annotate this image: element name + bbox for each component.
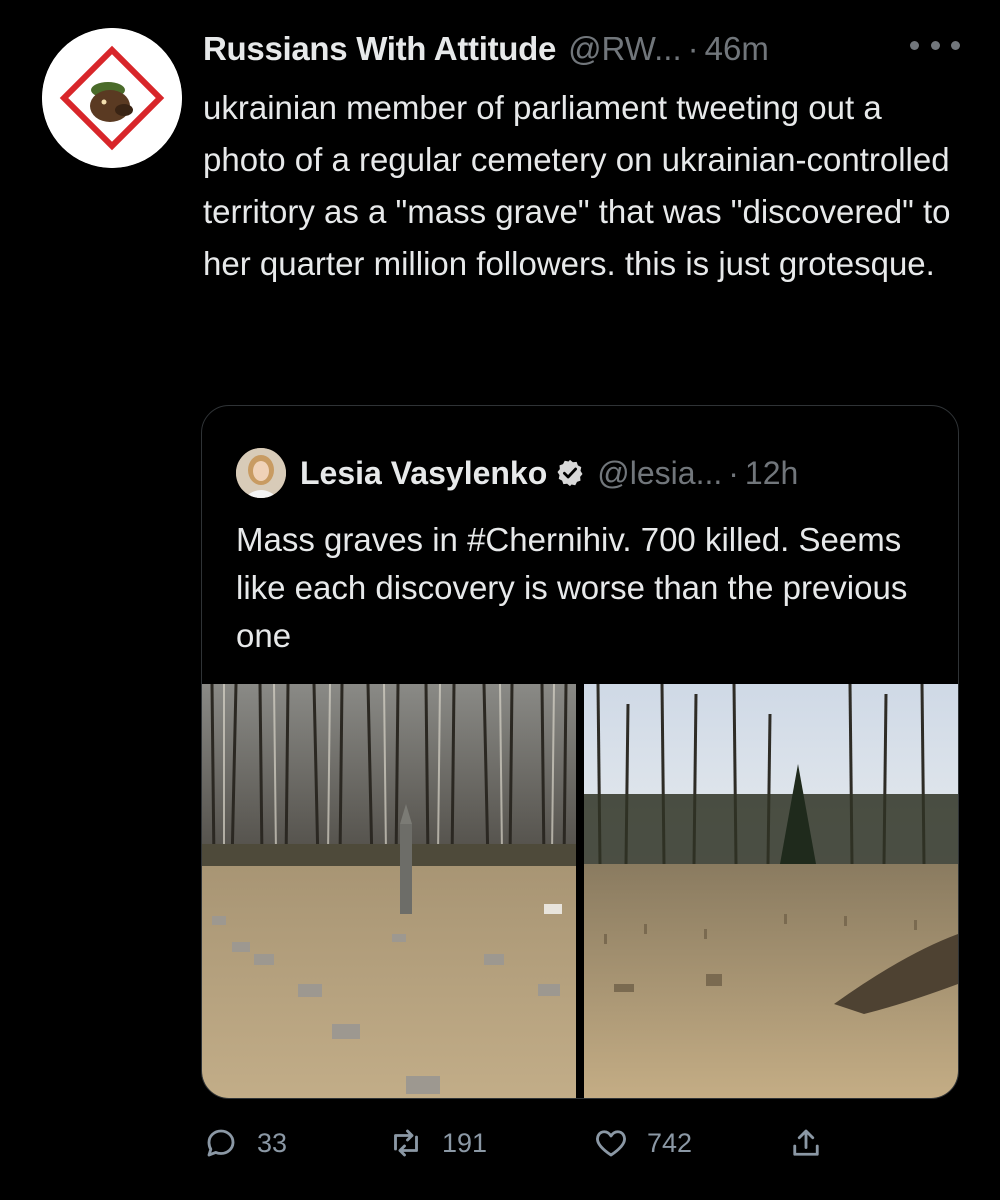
author-name[interactable]: Russians With Attitude [203, 30, 556, 68]
share-button[interactable] [788, 1118, 824, 1168]
like-button[interactable]: 742 [593, 1118, 692, 1168]
more-icon[interactable] [910, 30, 960, 60]
quoted-tweet[interactable]: Lesia Vasylenko @lesia... · 12h Mass gra… [201, 405, 959, 1099]
separator-dot: · [687, 30, 699, 67]
like-icon [596, 1130, 626, 1157]
retweet-icon [394, 1129, 418, 1157]
author-avatar[interactable] [42, 28, 182, 168]
quoted-tweet-media [202, 684, 958, 1098]
tweet-text: ukrainian member of parliament tweeting … [203, 89, 960, 282]
tweet-header: Russians With Attitude @RW... · 46m [203, 24, 769, 74]
photo-cemetery-right[interactable] [584, 684, 958, 1098]
quoted-author-handle[interactable]: @lesia... [597, 455, 722, 492]
tweet-actions: 33 191 742 [203, 1118, 843, 1168]
quoted-tweet-text: Mass graves in #Chernihiv. 700 killed. S… [236, 521, 908, 654]
tweet[interactable]: Russians With Attitude @RW... · 46m ukra… [0, 0, 1000, 1200]
quoted-author-avatar[interactable] [236, 448, 286, 498]
reply-count: 33 [257, 1127, 288, 1158]
quoted-tweet-time[interactable]: 12h [745, 455, 798, 492]
tweet-time[interactable]: 46m [705, 30, 769, 68]
author-handle[interactable]: @RW... [568, 30, 682, 68]
quoted-author-name[interactable]: Lesia Vasylenko [300, 455, 547, 492]
verified-icon [557, 459, 583, 487]
share-icon [793, 1129, 819, 1156]
reply-button[interactable]: 33 [203, 1118, 287, 1168]
quoted-separator-dot: · [728, 454, 739, 491]
photo-cemetery-left[interactable] [202, 684, 576, 1098]
like-count: 742 [647, 1127, 693, 1158]
quoted-tweet-header: Lesia Vasylenko @lesia... · 12h [236, 448, 798, 498]
retweet-button[interactable]: 191 [388, 1118, 487, 1168]
retweet-count: 191 [442, 1127, 488, 1158]
reply-icon [207, 1129, 235, 1157]
